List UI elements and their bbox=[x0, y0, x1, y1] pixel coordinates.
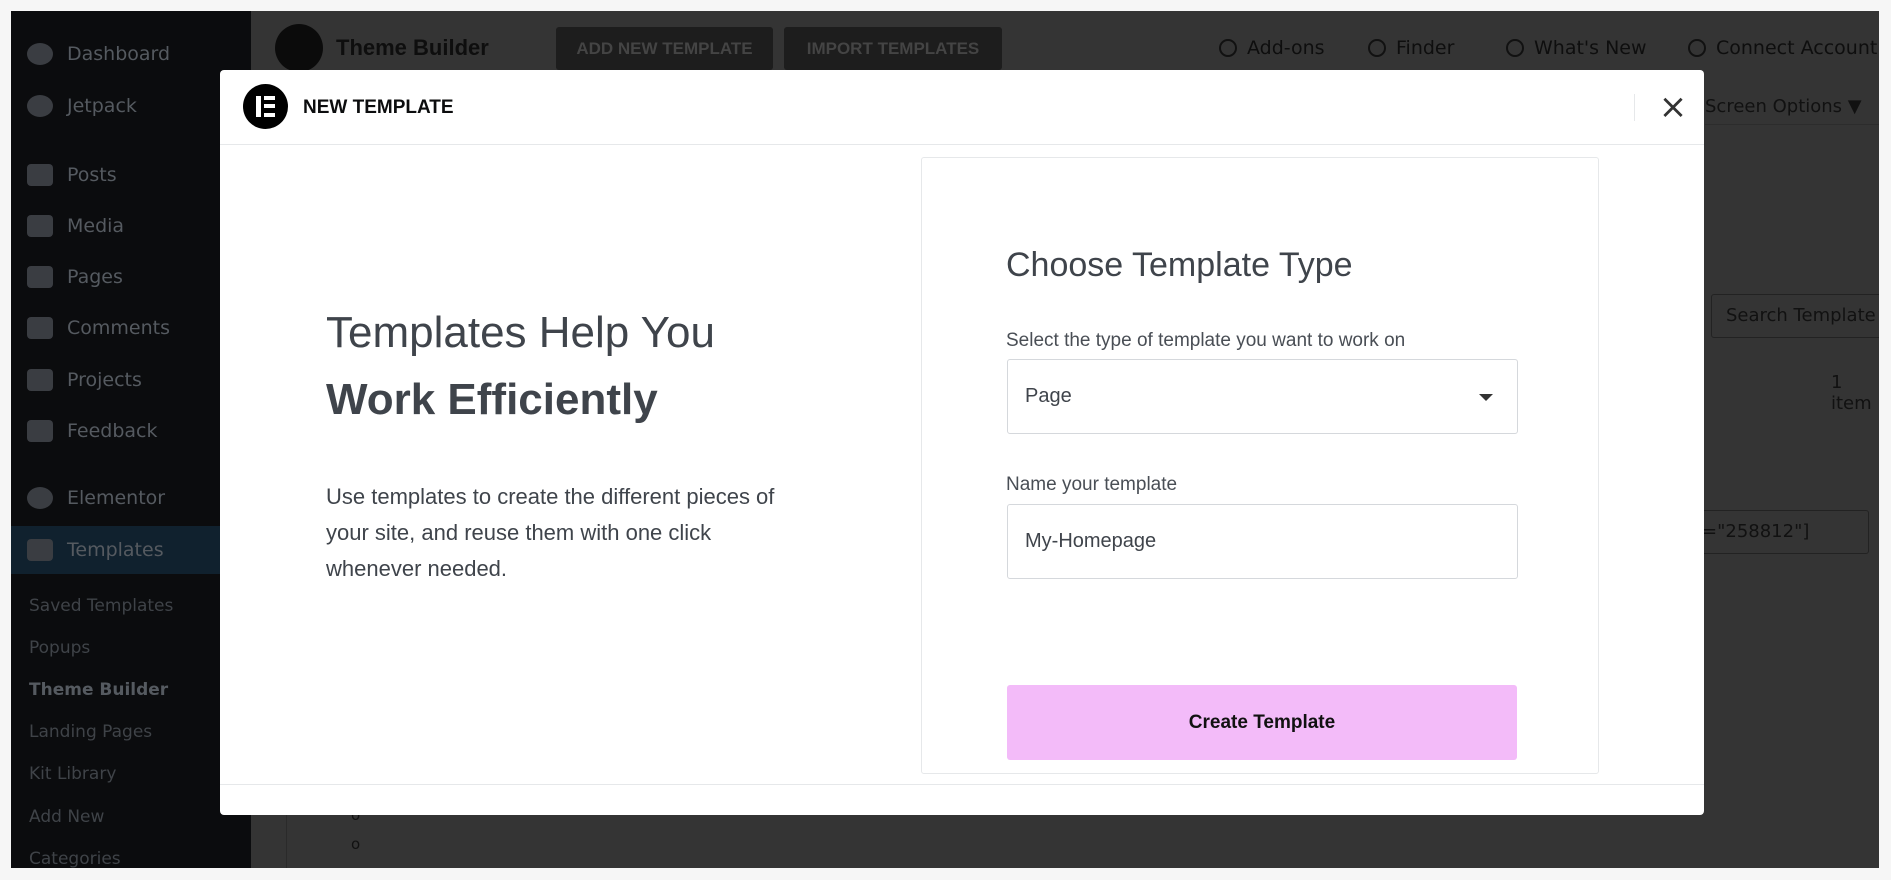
sidebar-label: Projects bbox=[67, 369, 142, 391]
modal-header: NEW TEMPLATE × bbox=[220, 70, 1704, 145]
finder-label: Finder bbox=[1396, 37, 1455, 59]
template-type-select[interactable]: Page bbox=[1007, 359, 1518, 434]
divider bbox=[1705, 124, 1879, 125]
user-icon bbox=[1688, 39, 1706, 57]
template-type-label: Select the type of template you want to … bbox=[1006, 330, 1406, 351]
sidebar-item-pages[interactable]: Pages bbox=[11, 257, 251, 297]
folder-icon bbox=[27, 539, 53, 561]
submenu-categories[interactable]: Categories bbox=[29, 849, 121, 868]
template-name-value: My-Homepage bbox=[1025, 530, 1157, 552]
jetpack-icon bbox=[27, 95, 53, 117]
modal-footer-divider bbox=[220, 784, 1704, 785]
admin-sidebar: Dashboard Jetpack Posts Media Pages Comm… bbox=[11, 11, 251, 868]
template-form-card: Choose Template Type Select the type of … bbox=[921, 157, 1599, 774]
submenu-landing-pages[interactable]: Landing Pages bbox=[29, 722, 152, 742]
finder-link[interactable]: Finder bbox=[1368, 37, 1454, 59]
page-title: Theme Builder bbox=[336, 35, 489, 60]
media-icon bbox=[27, 215, 53, 237]
addons-link[interactable]: Add-ons bbox=[1219, 37, 1325, 59]
modal-title: NEW TEMPLATE bbox=[303, 97, 454, 118]
comment-icon bbox=[27, 317, 53, 339]
submenu-add-new[interactable]: Add New bbox=[29, 807, 104, 827]
feedback-icon bbox=[27, 420, 53, 442]
screen-options-button[interactable]: Screen Options ▼ bbox=[1705, 96, 1862, 117]
divider bbox=[1634, 94, 1635, 121]
sidebar-label: Media bbox=[67, 215, 125, 237]
sidebar-item-elementor[interactable]: Elementor bbox=[11, 478, 251, 518]
item-count: 1 item bbox=[1831, 372, 1872, 414]
import-templates-button[interactable]: IMPORT TEMPLATES bbox=[784, 27, 1002, 70]
template-name-input[interactable]: My-Homepage bbox=[1007, 504, 1518, 579]
divider bbox=[286, 815, 287, 868]
search-placeholder: Search Template bbox=[1726, 305, 1876, 326]
radio-option[interactable]: o bbox=[351, 835, 360, 853]
shortcode-text: ="258812"] bbox=[1702, 521, 1810, 542]
gift-icon bbox=[1506, 39, 1524, 57]
sidebar-label: Pages bbox=[67, 266, 123, 288]
sidebar-label: Dashboard bbox=[67, 43, 171, 65]
pages-icon bbox=[27, 266, 53, 288]
sidebar-item-posts[interactable]: Posts bbox=[11, 155, 251, 195]
pin-icon bbox=[27, 369, 53, 391]
sidebar-label: Templates bbox=[67, 539, 164, 561]
submenu-popups[interactable]: Popups bbox=[29, 638, 90, 658]
sidebar-item-media[interactable]: Media bbox=[11, 206, 251, 246]
sidebar-item-jetpack[interactable]: Jetpack bbox=[11, 86, 251, 126]
addons-label: Add-ons bbox=[1247, 37, 1325, 59]
search-template-input[interactable]: Search Template bbox=[1711, 294, 1879, 338]
sidebar-label: Elementor bbox=[67, 487, 166, 509]
whats-new-link[interactable]: What's New bbox=[1506, 37, 1647, 59]
sidebar-label: Feedback bbox=[67, 420, 158, 442]
add-new-template-button[interactable]: ADD NEW TEMPLATE bbox=[556, 27, 773, 70]
new-template-modal: NEW TEMPLATE × Templates Help You Work E… bbox=[220, 70, 1704, 815]
submenu-theme-builder[interactable]: Theme Builder bbox=[29, 680, 168, 700]
sidebar-label: Jetpack bbox=[67, 95, 137, 117]
create-template-button[interactable]: Create Template bbox=[1007, 685, 1517, 760]
dashboard-icon bbox=[27, 43, 53, 65]
pin-icon bbox=[27, 164, 53, 186]
intro-heading-bold: Work Efficiently bbox=[326, 375, 658, 424]
submenu-kit-library[interactable]: Kit Library bbox=[29, 764, 116, 784]
submenu-saved-templates[interactable]: Saved Templates bbox=[29, 596, 173, 616]
elementor-logo-icon bbox=[275, 24, 323, 72]
elementor-logo-icon bbox=[243, 84, 288, 129]
sidebar-item-dashboard[interactable]: Dashboard bbox=[11, 34, 251, 74]
close-icon[interactable]: × bbox=[1654, 88, 1692, 126]
elementor-icon bbox=[27, 487, 53, 509]
search-icon bbox=[1368, 39, 1386, 57]
template-type-value: Page bbox=[1025, 385, 1072, 407]
form-heading: Choose Template Type bbox=[1006, 246, 1353, 284]
chevron-down-icon bbox=[1479, 394, 1493, 401]
shortcode-field[interactable]: ="258812"] bbox=[1691, 510, 1869, 554]
connect-label: Connect Account bbox=[1716, 37, 1878, 59]
intro-heading: Templates Help You bbox=[326, 308, 715, 357]
sidebar-label: Posts bbox=[67, 164, 117, 186]
sidebar-item-projects[interactable]: Projects bbox=[11, 360, 251, 400]
whats-new-label: What's New bbox=[1534, 37, 1647, 59]
intro-text: Use templates to create the different pi… bbox=[326, 484, 775, 581]
connect-account-link[interactable]: Connect Account bbox=[1688, 37, 1877, 59]
addons-icon bbox=[1219, 39, 1237, 57]
sidebar-item-templates[interactable]: Templates bbox=[11, 526, 251, 574]
sidebar-label: Comments bbox=[67, 317, 170, 339]
template-name-label: Name your template bbox=[1006, 474, 1178, 495]
sidebar-item-feedback[interactable]: Feedback bbox=[11, 411, 251, 451]
sidebar-item-comments[interactable]: Comments bbox=[11, 308, 251, 348]
